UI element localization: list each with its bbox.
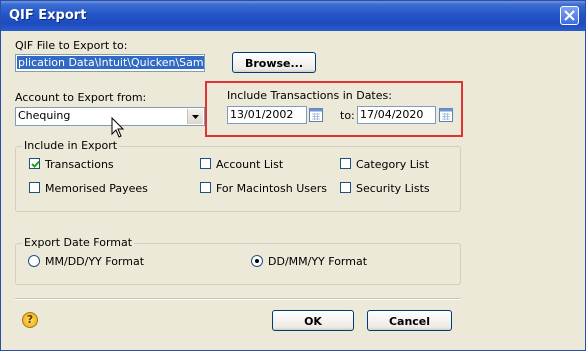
browse-button[interactable]: Browse... [232, 52, 316, 73]
file-path-field[interactable]: plication Data\Intuit\Quicken\Sample\ [15, 54, 205, 72]
chevron-down-icon [192, 115, 199, 119]
security-lists-checkbox[interactable] [340, 182, 351, 193]
calendar-icon[interactable] [309, 108, 323, 122]
ddmmyy-radio[interactable] [251, 255, 263, 267]
account-selected-value: Chequing [18, 109, 71, 122]
cancel-button[interactable]: Cancel [367, 310, 452, 331]
to-date-value: 17/04/2020 [360, 108, 424, 121]
security-lists-label: Security Lists [356, 182, 430, 195]
account-list-label: Account List [216, 158, 284, 171]
date-format-group-title: Export Date Format [22, 236, 135, 249]
include-group-title: Include in Export [22, 139, 120, 152]
window-title: QIF Export [9, 8, 87, 23]
dropdown-button[interactable] [187, 109, 203, 124]
radio-selected-dot [255, 259, 259, 263]
category-list-label: Category List [356, 158, 429, 171]
ok-button-label: OK [304, 315, 322, 328]
qif-export-dialog: QIF Export QIF File to Export to: plicat… [0, 0, 586, 351]
close-button[interactable] [560, 6, 579, 25]
ok-button[interactable]: OK [272, 310, 354, 331]
transactions-checkbox[interactable] [29, 158, 40, 169]
mouse-cursor-icon [111, 117, 125, 138]
macintosh-users-label: For Macintosh Users [216, 182, 328, 195]
account-select[interactable]: Chequing [15, 107, 205, 126]
account-label: Account to Export from: [15, 91, 147, 104]
memorised-payees-label: Memorised Payees [45, 182, 148, 195]
browse-button-label: Browse... [244, 57, 304, 70]
from-date-field[interactable]: 13/01/2002 [227, 106, 307, 124]
file-path-value: plication Data\Intuit\Quicken\Sample\ [17, 56, 204, 69]
close-icon [564, 10, 575, 21]
account-list-checkbox[interactable] [200, 158, 211, 169]
help-icon[interactable]: ? [22, 312, 38, 328]
macintosh-users-checkbox[interactable] [200, 182, 211, 193]
cancel-button-label: Cancel [388, 315, 431, 328]
dates-label: Include Transactions in Dates: [227, 89, 392, 102]
memorised-payees-checkbox[interactable] [29, 182, 40, 193]
mmddyy-radio[interactable] [28, 255, 40, 267]
calendar-icon[interactable] [439, 108, 453, 122]
to-label: to: [340, 109, 355, 122]
category-list-checkbox[interactable] [340, 158, 351, 169]
mmddyy-label: MM/DD/YY Format [45, 255, 145, 268]
checkmark-icon [31, 160, 40, 168]
transactions-label: Transactions [45, 158, 114, 171]
ddmmyy-label: DD/MM/YY Format [268, 255, 368, 268]
include-in-export-group: Include in Export [15, 139, 461, 212]
from-date-value: 13/01/2002 [230, 108, 294, 121]
footer-divider [15, 298, 461, 300]
title-bar[interactable]: QIF Export [1, 1, 585, 31]
file-label: QIF File to Export to: [15, 39, 128, 52]
to-date-field[interactable]: 17/04/2020 [357, 106, 436, 124]
